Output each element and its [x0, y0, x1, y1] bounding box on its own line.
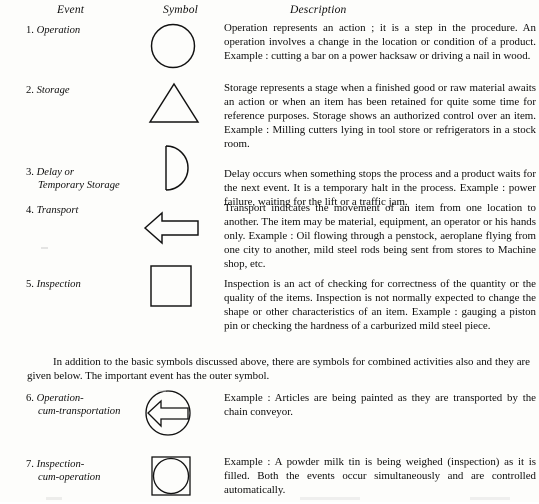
description-cell: Example : A powder milk tin is being wei… — [224, 456, 536, 498]
event-number: 1. — [26, 25, 34, 36]
left-arrow-symbol — [143, 211, 199, 245]
event-number: 3. — [26, 167, 34, 178]
event-label-delay: 3. Delay or Temporary Storage — [26, 166, 144, 192]
symbol-cell — [140, 142, 212, 194]
table-row: 3. Delay or Temporary Storage Delay occu… — [0, 142, 539, 208]
table-row: 7. Inspection- cum-operation Example : A… — [0, 456, 539, 504]
event-number: 6. — [26, 393, 34, 404]
description-cell: Transport indicates the movement of an i… — [224, 202, 536, 272]
event-name: Inspection- — [36, 459, 85, 470]
event-label-inspection-cum-operation: 7. Inspection- cum-operation — [26, 458, 144, 484]
symbol-cell — [140, 456, 212, 502]
page-canvas: Event Symbol Description 1. Operation Op… — [0, 0, 539, 502]
event-name: Operation- — [36, 393, 84, 404]
triangle-symbol — [148, 82, 200, 123]
event-name: Inspection — [36, 279, 81, 290]
description-cell: Inspection is an act of checking for cor… — [224, 278, 536, 334]
column-header-description: Description — [290, 4, 347, 16]
table-row: 2. Storage Storage represents a stage wh… — [0, 82, 539, 150]
square-with-circle-symbol — [151, 456, 191, 496]
event-number: 5. — [26, 279, 34, 290]
symbol-cell — [140, 389, 212, 439]
event-label-inspection: 5. Inspection — [26, 278, 144, 291]
table-row: 5. Inspection Inspection is an act of ch… — [0, 264, 539, 334]
event-name-line2: cum-operation — [38, 472, 101, 484]
combined-symbols-note: In addition to the basic symbols discuss… — [27, 356, 530, 383]
description-text: Operation represents an action ; it is a… — [224, 22, 536, 62]
description-text: Transport indicates the movement of an i… — [224, 202, 536, 270]
symbol-cell — [140, 264, 212, 312]
column-header-symbol: Symbol — [163, 4, 199, 16]
description-text: Inspection is an act of checking for cor… — [224, 278, 536, 332]
event-label-storage: 2. Storage — [26, 84, 144, 97]
event-name: Transport — [36, 205, 79, 216]
d-shape-symbol — [165, 145, 189, 191]
circle-symbol — [150, 23, 196, 69]
table-header-row: Event Symbol Description — [0, 2, 539, 20]
event-label-operation: 1. Operation — [26, 24, 144, 37]
description-text: Example : A powder milk tin is being wei… — [224, 456, 536, 496]
description-cell: Example : Articles are being painted as … — [224, 392, 536, 420]
circle-with-arrow-symbol — [145, 390, 191, 436]
event-number: 4. — [26, 205, 34, 216]
event-number: 2. — [26, 85, 34, 96]
symbol-cell — [140, 82, 212, 130]
event-label-operation-cum-transportation: 6. Operation- cum-transportation — [26, 392, 144, 418]
table-row: 4. Transport Transport indicates the mov… — [0, 202, 539, 270]
description-text: Example : Articles are being painted as … — [224, 392, 536, 418]
table-row: 1. Operation Operation represents an act… — [0, 22, 539, 82]
event-label-transport: 4. Transport — [26, 204, 144, 217]
square-symbol — [150, 265, 192, 307]
event-name-line2: Temporary Storage — [38, 180, 120, 192]
symbol-cell — [138, 210, 210, 252]
table-row: 6. Operation- cum-transportation Example… — [0, 389, 539, 448]
event-name: Storage — [36, 85, 70, 96]
event-name: Delay or — [36, 167, 74, 178]
event-name-line2: cum-transportation — [38, 406, 121, 418]
column-header-event: Event — [57, 4, 85, 16]
symbol-cell — [140, 22, 212, 78]
event-name: Operation — [36, 25, 81, 36]
event-number: 7. — [26, 459, 34, 470]
description-cell: Operation represents an action ; it is a… — [224, 22, 536, 64]
